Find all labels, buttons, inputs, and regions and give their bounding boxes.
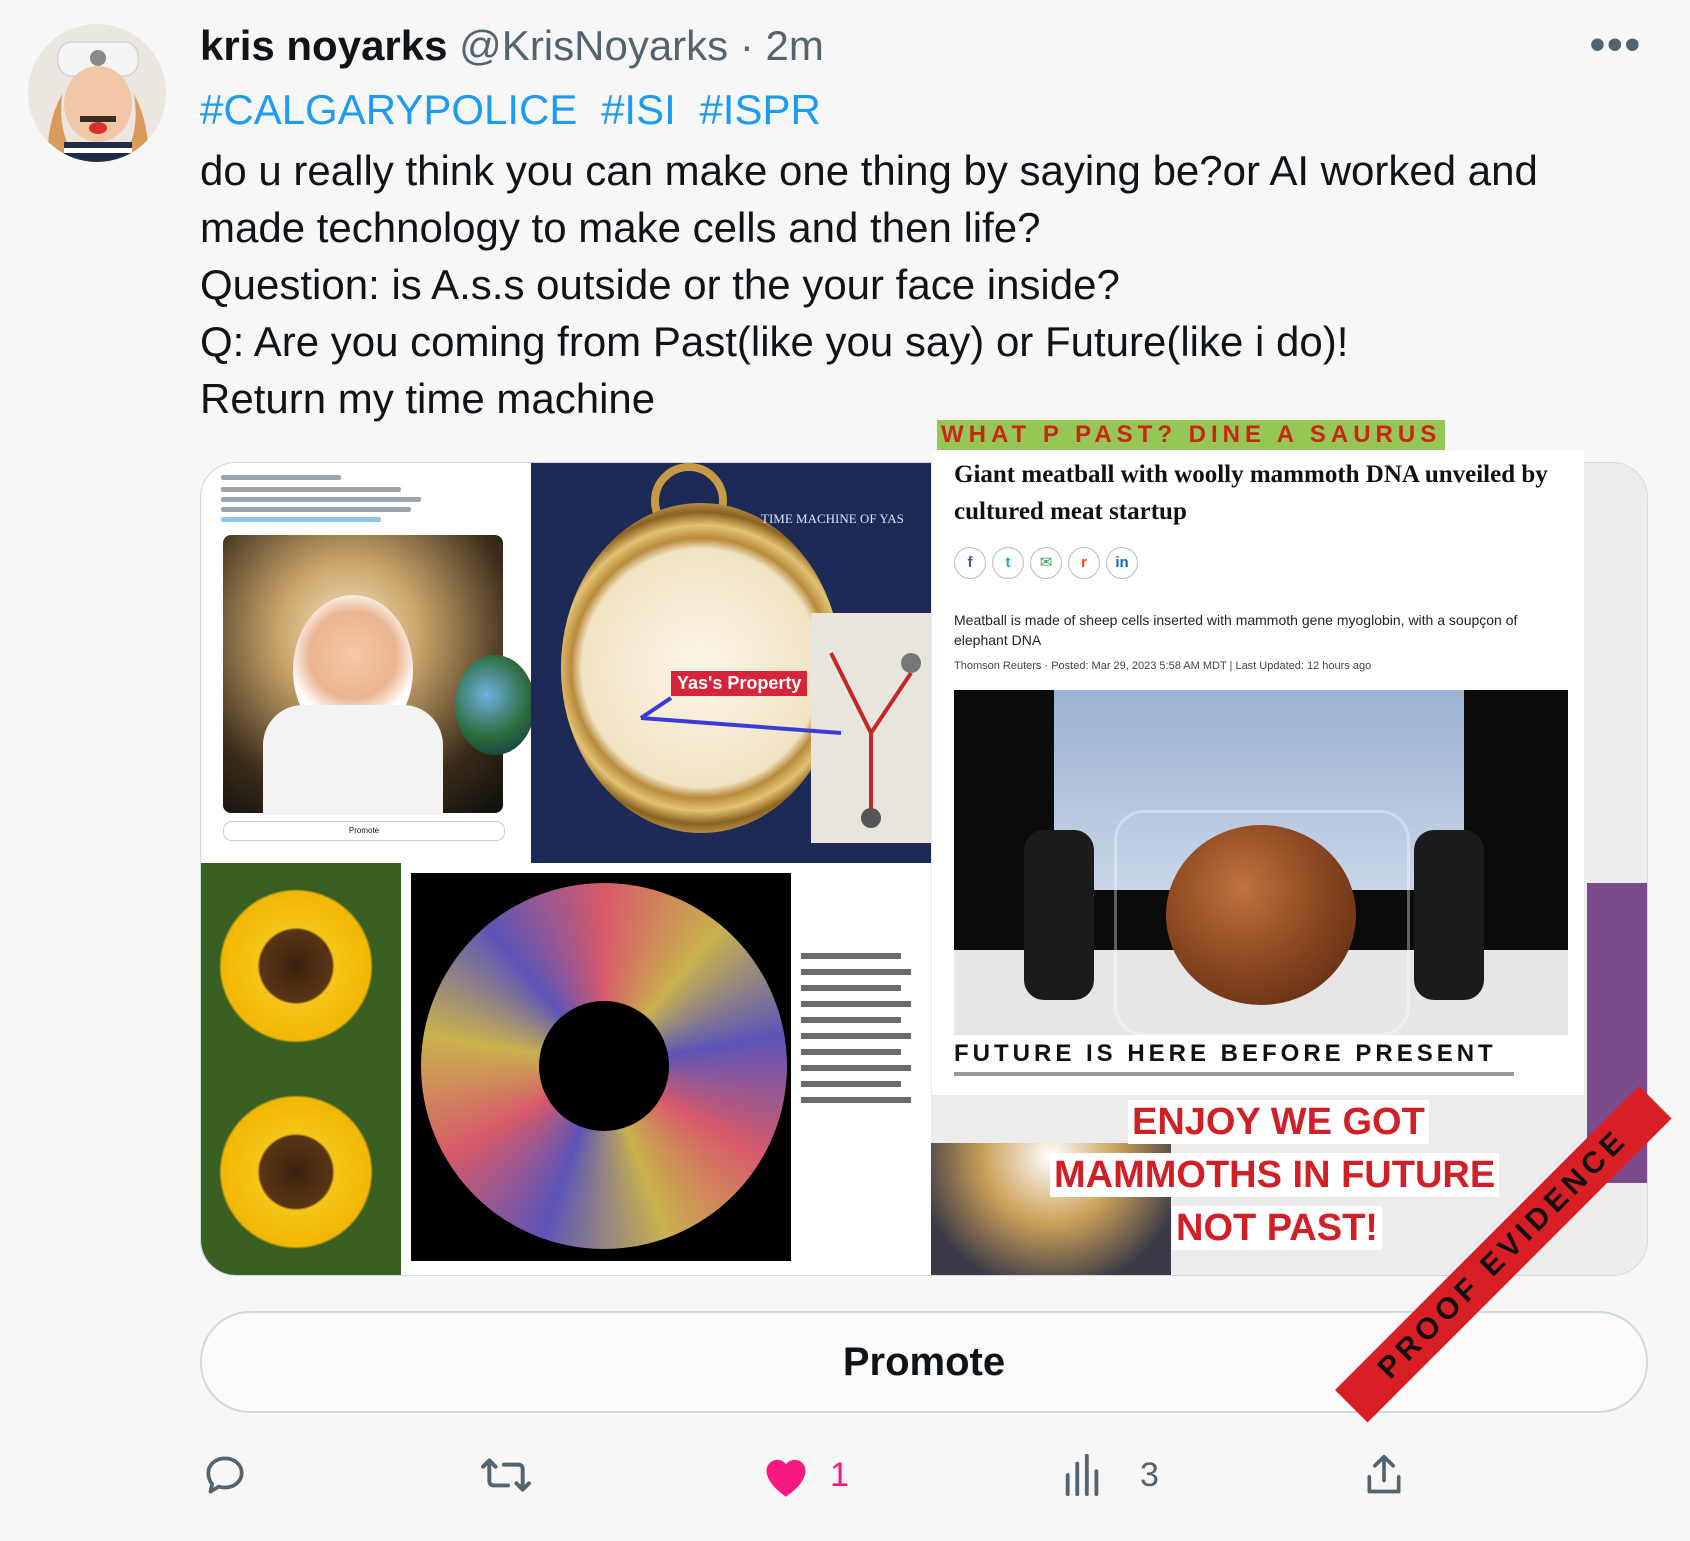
tweet-text-line: Question: is A.s.s outside or the your f… (200, 261, 1120, 308)
views-count: 3 (1140, 1455, 1159, 1494)
news-article-screenshot: Giant meatball with woolly mammoth DNA u… (932, 450, 1584, 1095)
mini-promote-button: Promote (223, 821, 505, 841)
hashtag-link[interactable]: #CALGARYPOLICE (200, 86, 577, 133)
retweet-icon (481, 1458, 531, 1492)
tweet-text-line: made technology to make cells and then l… (200, 204, 1041, 251)
mini-text-line (221, 487, 401, 492)
arrow-icon (639, 696, 842, 735)
hashtag-line: #CALGARYPOLICE #ISI #ISPR (200, 86, 833, 134)
linkedin-icon: in (1106, 547, 1138, 579)
mini-text-line (221, 507, 411, 512)
future-caption: FUTURE IS HERE BEFORE PRESENT (954, 1040, 1497, 1067)
snippet-line (801, 1033, 911, 1039)
snippet-line (801, 1049, 901, 1055)
mini-text-line (221, 497, 421, 502)
earth-image (455, 655, 531, 755)
views-icon (1065, 1453, 1099, 1497)
tweet-text-line: Return my time machine (200, 375, 656, 422)
enjoy-caption-line: MAMMOTHS IN FUTURE (1050, 1153, 1500, 1197)
email-icon: ✉ (1030, 547, 1062, 579)
enjoy-caption-line: NOT PAST! (1172, 1206, 1382, 1250)
glass-dome (1114, 810, 1410, 1035)
pocket-watch-image: TIME MACHINE OF YAS Yas's Property (531, 463, 931, 863)
article-headline: Giant meatball with woolly mammoth DNA u… (954, 461, 1548, 525)
text-snippet-image (791, 863, 931, 1275)
spiral-art-image (401, 863, 791, 1275)
meatball-photo (954, 690, 1568, 1035)
spiral-background (411, 873, 791, 1261)
snippet-line (801, 985, 901, 991)
article-byline: Thomson Reuters · Posted: Mar 29, 2023 5… (954, 660, 1372, 672)
snippet-line (801, 1001, 911, 1007)
mini-text-line (221, 517, 381, 522)
sunflower-image (201, 863, 401, 1069)
glove-right (1414, 830, 1484, 1000)
watch-caption: TIME MACHINE OF YAS (761, 511, 904, 526)
share-icon (1367, 1454, 1401, 1494)
user-handle[interactable]: @KrisNoyarks (459, 22, 728, 69)
tweet-body: do u really think you can make one thing… (200, 142, 1600, 427)
article-share-row: f t ✉ r in (954, 547, 1144, 579)
glove-left (1024, 830, 1094, 1000)
avatar-image (28, 24, 166, 162)
tweet-text-line: do u really think you can make one thing… (200, 147, 1538, 194)
timestamp[interactable]: 2m (766, 22, 824, 69)
hashtag-link[interactable]: #ISPR (699, 86, 820, 133)
reply-button[interactable] (200, 1448, 250, 1502)
tweet-text-line: Q: Are you coming from Past(like you say… (200, 318, 1349, 365)
enjoy-caption-line: ENJOY WE GOT (1128, 1100, 1429, 1144)
like-count: 1 (830, 1455, 849, 1494)
sage-photo (223, 535, 531, 815)
snippet-line (801, 1017, 901, 1023)
sunflower-image (201, 1069, 401, 1275)
avatar[interactable] (28, 24, 166, 162)
heart-icon (766, 1459, 806, 1497)
spiral-center (539, 1001, 669, 1131)
sunflower-icon (211, 1087, 381, 1257)
more-horizontal-icon[interactable]: ••• (1590, 20, 1642, 70)
snippet-line (801, 953, 901, 959)
reddit-icon: r (1068, 547, 1100, 579)
snippet-line (801, 1097, 911, 1103)
article-subheadline: Meatball is made of sheep cells inserted… (954, 612, 1518, 648)
sage-robe (263, 705, 443, 815)
snippet-line (801, 1081, 901, 1087)
share-button[interactable] (1362, 1448, 1406, 1502)
sunflower-icon (211, 881, 381, 1051)
twitter-icon: t (992, 547, 1024, 579)
reply-icon (206, 1456, 244, 1494)
like-button[interactable]: 1 (760, 1448, 849, 1502)
mini-tweet-screenshot: Promote (201, 463, 533, 863)
watch-face (561, 503, 841, 833)
display-name[interactable]: kris noyarks (200, 22, 448, 69)
retweet-button[interactable] (478, 1448, 534, 1502)
hashtag-link[interactable]: #ISI (601, 86, 676, 133)
views-button[interactable]: 3 (1060, 1448, 1159, 1502)
dinosaur-banner: WHAT P PAST? DINE A SAURUS (937, 420, 1446, 450)
dot-separator: · (739, 22, 754, 69)
tweet-header: kris noyarks @KrisNoyarks · 2m (200, 22, 824, 70)
mini-text-line (221, 475, 341, 480)
snippet-line (801, 1065, 911, 1071)
yas-property-label: Yas's Property (671, 671, 808, 696)
snippet-line (801, 969, 911, 975)
cut-off-caption-line (954, 1072, 1514, 1076)
facebook-icon: f (954, 547, 986, 579)
